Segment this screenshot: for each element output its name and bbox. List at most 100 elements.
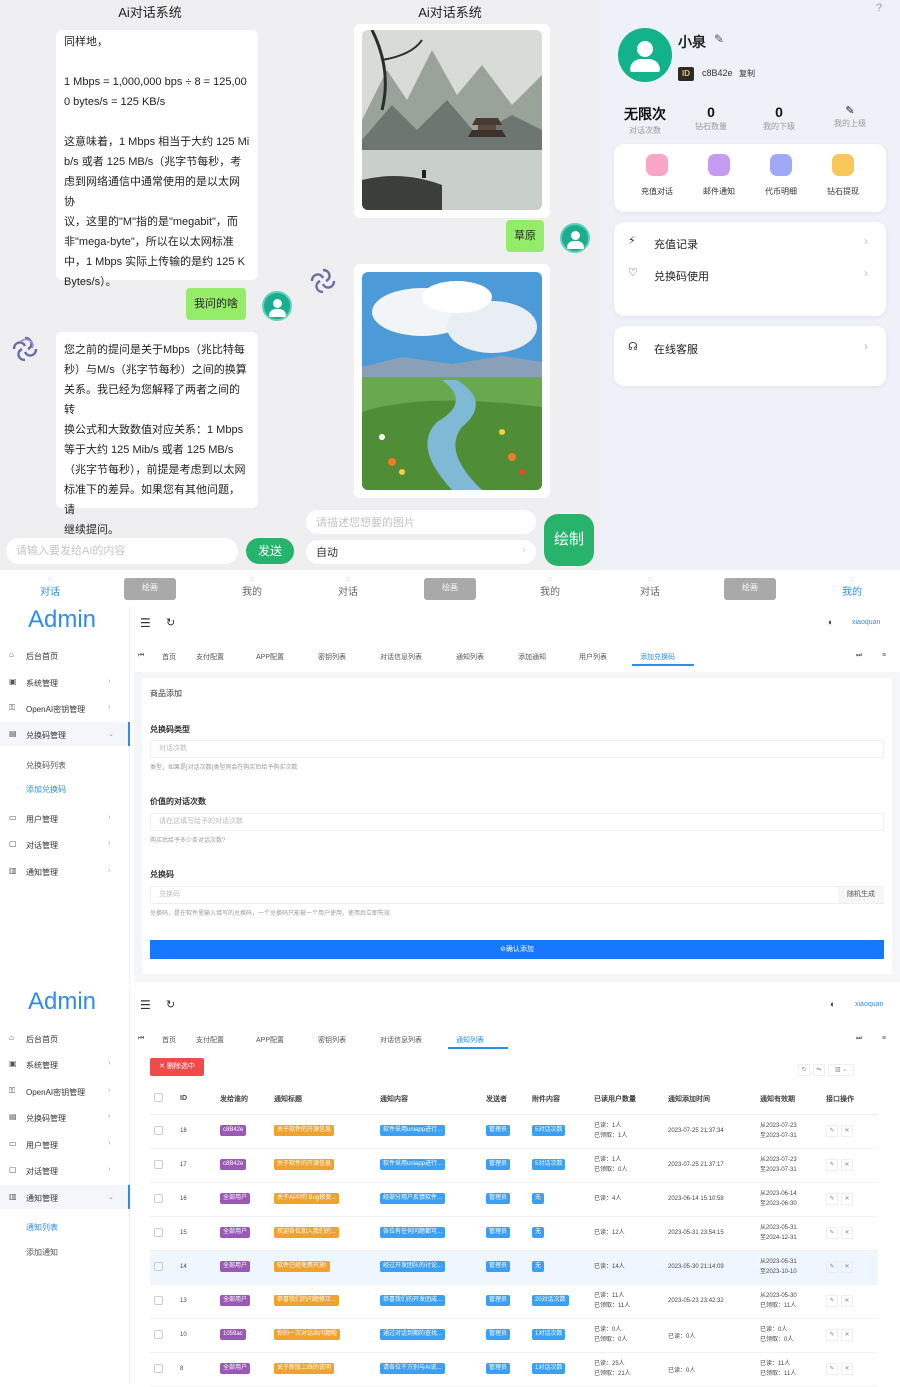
withdraw-icon[interactable]: [832, 154, 854, 176]
send-button[interactable]: 发送: [246, 538, 294, 564]
menu-system[interactable]: 系统管理: [26, 1060, 58, 1071]
tabs-menu-icon[interactable]: ≡: [882, 652, 886, 659]
row-checkbox[interactable]: [150, 1352, 176, 1387]
filter-icon[interactable]: ▥ ⌄: [828, 1064, 854, 1076]
tab-draw[interactable]: 绘画: [420, 582, 480, 593]
tab-notices[interactable]: 通知列表: [456, 1035, 484, 1045]
tab-pay[interactable]: 支付配置: [196, 1035, 224, 1045]
draw-button[interactable]: 绘制: [544, 514, 594, 566]
menu-chats[interactable]: 对话管理: [26, 1166, 58, 1177]
tabs-prev-icon[interactable]: ⏮: [138, 1035, 144, 1043]
row-checkbox[interactable]: [150, 1250, 176, 1285]
tab-mine[interactable]: ◌ 我的: [222, 576, 282, 598]
tab-mine[interactable]: ◌ 我的: [520, 576, 580, 598]
tab-draw[interactable]: 绘画: [720, 582, 780, 593]
tab-chat[interactable]: ◌ 对话: [620, 576, 680, 598]
admin-user-menu[interactable]: xiaoquan: [852, 619, 880, 626]
menu-notices[interactable]: 通知管理: [26, 867, 58, 878]
table-row[interactable]: 13 全部用户 恭喜我们的问题修正... 恭喜我们的开发团成... 管理员 20对话次数已…: [150, 1284, 878, 1319]
edit-icon[interactable]: ✎: [826, 1363, 838, 1375]
row-checkbox[interactable]: [150, 1114, 176, 1149]
table-row[interactable]: 8 全部用户 关于新版上线的说明 请各位千万别与AI说... 管理员 1对话次数 已读：25…: [150, 1352, 878, 1387]
tab-add-notice[interactable]: 添加通知: [518, 652, 546, 662]
row-checkbox[interactable]: [150, 1284, 176, 1319]
table-row[interactable]: 16 全部用户 关于APP的 Bug修复... 经部分用户反馈软件... 管理员无已读：…: [150, 1182, 878, 1217]
tab-keys[interactable]: 密钥列表: [318, 652, 346, 662]
edit-icon[interactable]: ✎: [826, 1329, 838, 1341]
mode-select[interactable]: 自动: [306, 540, 536, 564]
theme-icon[interactable]: ◐: [830, 999, 835, 1009]
redeem-type-select[interactable]: 对话次数: [150, 740, 884, 758]
submenu-redeem-list[interactable]: 兑换码列表: [26, 760, 66, 771]
tab-home[interactable]: 首页: [162, 1035, 176, 1045]
tab-app[interactable]: APP配置: [256, 652, 284, 662]
edit-name-icon[interactable]: ✎: [714, 32, 724, 46]
quick-mail-label[interactable]: 邮件通知: [689, 186, 749, 197]
recharge-record-item[interactable]: 充值记录: [654, 236, 698, 252]
admin-user-menu[interactable]: xiaoquan: [855, 1001, 883, 1008]
theme-icon[interactable]: ◐: [828, 617, 833, 627]
submenu-notice-list[interactable]: 通知列表: [26, 1222, 58, 1233]
online-service-item[interactable]: 在线客服: [654, 341, 698, 357]
quick-recharge-label[interactable]: 充值对话: [627, 186, 687, 197]
tab-draw[interactable]: 绘画: [120, 582, 180, 593]
submenu-add-redeem[interactable]: 添加兑换码: [26, 784, 66, 795]
delete-icon[interactable]: ✕: [841, 1363, 853, 1375]
menu-chats[interactable]: 对话管理: [26, 840, 58, 851]
recharge-icon[interactable]: [646, 154, 668, 176]
tabs-menu-icon[interactable]: ≡: [882, 1035, 886, 1042]
col-id[interactable]: ID: [176, 1084, 216, 1115]
quick-coin-label[interactable]: 代币明细: [751, 186, 811, 197]
tab-users[interactable]: 用户列表: [579, 652, 607, 662]
chat-input[interactable]: 请输入要发给AI的内容: [6, 538, 238, 564]
submenu-add-notice[interactable]: 添加通知: [26, 1247, 58, 1258]
row-checkbox[interactable]: [150, 1216, 176, 1251]
row-checkbox[interactable]: [150, 1182, 176, 1217]
tab-mine[interactable]: ◌ 我的: [822, 576, 882, 598]
menu-notices[interactable]: 通知管理: [26, 1193, 58, 1204]
tab-home[interactable]: 首页: [162, 652, 176, 662]
menu-redeem[interactable]: 兑换码管理: [26, 730, 66, 741]
table-row[interactable]: 15 全部用户 欢迎各位加入我们的... 各位有任何问题都可... 管理员无已读：12人…: [150, 1216, 878, 1251]
tab-app[interactable]: APP配置: [256, 1035, 284, 1045]
tab-chatinfo[interactable]: 对话信息列表: [380, 1035, 422, 1045]
coin-icon[interactable]: [770, 154, 792, 176]
delete-icon[interactable]: ✕: [841, 1193, 853, 1205]
edit-icon[interactable]: ✎: [826, 1159, 838, 1171]
table-row[interactable]: 10 1059ac 你的一次对话出问题啦 通过对话到期的查找... 管理员 1对话次数 已读…: [150, 1318, 878, 1353]
tabs-next-icon[interactable]: ⏭: [856, 652, 862, 660]
tab-keys[interactable]: 密钥列表: [318, 1035, 346, 1045]
row-checkbox[interactable]: [150, 1318, 176, 1353]
menu-users[interactable]: 用户管理: [26, 1140, 58, 1151]
redeem-code-item[interactable]: 兑换码使用: [654, 268, 709, 284]
select-all-checkbox[interactable]: [150, 1084, 176, 1115]
delete-icon[interactable]: ✕: [841, 1227, 853, 1239]
menu-users[interactable]: 用户管理: [26, 814, 58, 825]
menu-openai-keys[interactable]: OpenAI密钥管理: [26, 1087, 85, 1098]
edit-icon[interactable]: ✎: [826, 1295, 838, 1307]
menu-toggle-icon[interactable]: ☰: [140, 616, 151, 630]
table-row[interactable]: 17 c8B42e 关于软件的开源信息 软件采用uniapp进行... 管理员 5对话次数…: [150, 1148, 878, 1183]
tabs-prev-icon[interactable]: ⏮: [138, 652, 144, 660]
menu-home[interactable]: 后台首页: [26, 1034, 58, 1045]
menu-system[interactable]: 系统管理: [26, 678, 58, 689]
tab-chat[interactable]: ◌ 对话: [20, 576, 80, 598]
edit-icon[interactable]: ✎: [826, 1261, 838, 1273]
confirm-add-button[interactable]: ⊘确认添加: [150, 940, 884, 959]
quick-withdraw-label[interactable]: 钻石提现: [813, 186, 873, 197]
delete-icon[interactable]: ✕: [841, 1329, 853, 1341]
table-row[interactable]: 14 全部用户 软件已经免费开放! 经过开发团队的讨论... 管理员无已读：14人 202…: [150, 1250, 878, 1285]
delete-selected-button[interactable]: ✕ 删除选中: [150, 1058, 204, 1076]
edit-icon[interactable]: ✎: [826, 1125, 838, 1137]
delete-icon[interactable]: ✕: [841, 1295, 853, 1307]
refresh-icon[interactable]: ↻: [166, 998, 175, 1011]
tab-notices[interactable]: 通知列表: [456, 652, 484, 662]
edit-icon[interactable]: ✎: [826, 1193, 838, 1205]
redeem-code-input[interactable]: 兑换码: [150, 886, 884, 904]
tab-add-redeem[interactable]: 添加兑换码: [640, 652, 675, 662]
image-prompt-input[interactable]: 请描述您想要的图片: [306, 510, 536, 534]
menu-openai-keys[interactable]: OpenAI密钥管理: [26, 704, 85, 715]
copy-id-button[interactable]: 复制: [739, 68, 755, 79]
delete-icon[interactable]: ✕: [841, 1261, 853, 1273]
random-generate-button[interactable]: 随机生成: [838, 887, 884, 903]
